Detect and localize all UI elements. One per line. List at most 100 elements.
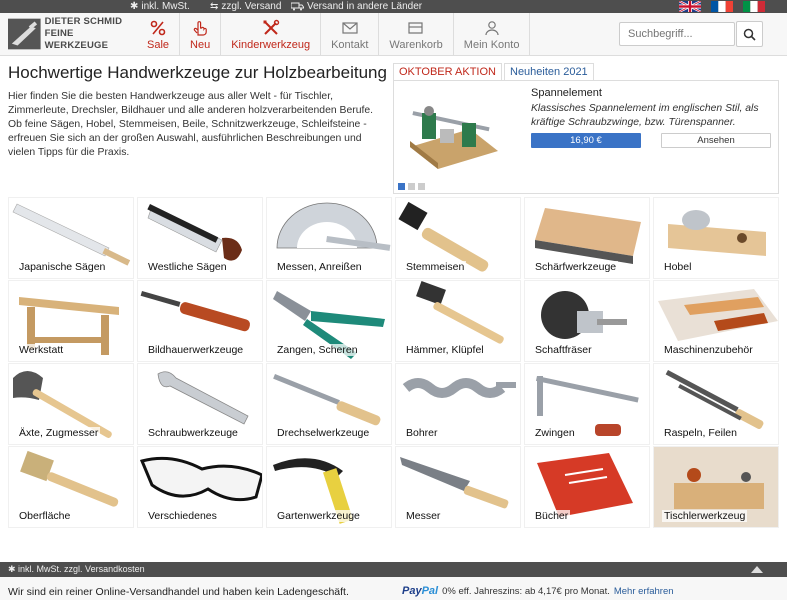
cart-icon (408, 21, 423, 34)
flag-uk-icon[interactable] (679, 1, 701, 12)
search-icon (743, 28, 756, 41)
nav-new-label: Neu (190, 38, 211, 51)
paypal-logo: PayPal (402, 585, 439, 597)
nav-kids-tools[interactable]: Kinderwerkzeug (221, 13, 322, 56)
category-tile[interactable]: Schaftfräser (524, 280, 650, 362)
language-switcher (679, 1, 765, 12)
paypal-financing-text: 0% eff. Jahreszins: ab 4,17€ pro Monat. (442, 585, 610, 597)
nav-account[interactable]: Mein Konto (454, 13, 531, 56)
site-logo[interactable]: DIETER SCHMID FEINE WERKZEUGE (8, 16, 136, 52)
promo-panel: OKTOBER AKTION Neuheiten 2021 Spanneleme… (393, 63, 779, 194)
main-nav: Sale Neu Kinderwerkzeug Kontakt Warenkor… (137, 13, 531, 56)
category-tile[interactable]: Tischlerwerkzeug (653, 446, 779, 528)
category-label: Drechselwerkzeuge (275, 427, 372, 439)
category-label: Raspeln, Feilen (662, 427, 739, 439)
category-grid: Japanische Sägen Westliche Sägen Messen,… (8, 197, 780, 530)
category-label: Verschiedenes (146, 510, 219, 522)
flag-fr-icon[interactable] (711, 1, 733, 12)
international-shipping-link[interactable]: Versand in andere Länder (291, 0, 422, 13)
nav-contact[interactable]: Kontakt (321, 13, 380, 56)
shipping-info[interactable]: ⇆ zzgl. Versand (210, 0, 281, 13)
logo-line-2: FEINE WERKZEUGE (44, 28, 109, 51)
category-label: Werkstatt (17, 344, 66, 356)
category-tile[interactable]: Japanische Sägen (8, 197, 134, 279)
paypal-learn-more-link[interactable]: Mehr erfahren (614, 586, 674, 597)
category-tile[interactable]: Schärfwerkzeuge (524, 197, 650, 279)
category-tile[interactable]: Raspeln, Feilen (653, 363, 779, 445)
category-label: Maschinenzubehör (662, 344, 755, 356)
site-header: DIETER SCHMID FEINE WERKZEUGE Sale Neu K… (0, 13, 787, 56)
category-tile[interactable]: Verschiedenes (137, 446, 263, 528)
category-label: Äxte, Zugmesser (17, 427, 101, 439)
slider-dot-2[interactable] (408, 183, 415, 190)
search-button[interactable] (736, 21, 763, 47)
category-tile[interactable]: Bildhauerwerkzeuge (137, 280, 263, 362)
category-label: Hobel (662, 261, 694, 273)
category-tile[interactable]: Drechselwerkzeuge (266, 363, 392, 445)
promo-tabs: OKTOBER AKTION Neuheiten 2021 (393, 63, 779, 80)
category-tile[interactable]: Äxte, Zugmesser (8, 363, 134, 445)
promo-product-image[interactable] (400, 89, 504, 169)
nav-sale[interactable]: Sale (137, 13, 181, 56)
tab-october-offer[interactable]: OKTOBER AKTION (393, 63, 502, 80)
search-input[interactable] (619, 22, 735, 46)
promo-view-button[interactable]: Ansehen (661, 133, 771, 148)
slider-dot-1[interactable] (398, 183, 405, 190)
category-tile[interactable]: Zwingen (524, 363, 650, 445)
intro-text: Hier finden Sie die besten Handwerkzeuge… (8, 91, 374, 158)
nav-cart[interactable]: Warenkorb (379, 13, 454, 56)
promo-product-description: Klassisches Spannelement im englischen S… (531, 103, 759, 128)
category-tile[interactable]: Messen, Anreißen (266, 197, 392, 279)
category-tile[interactable]: Zangen, Scheren (266, 280, 392, 362)
nav-account-label: Mein Konto (463, 38, 520, 51)
hand-pointer-icon (193, 20, 207, 36)
category-tile[interactable]: Westliche Sägen (137, 197, 263, 279)
category-tile[interactable]: Bohrer (395, 363, 521, 445)
nav-contact-label: Kontakt (331, 38, 369, 51)
category-tile[interactable]: Hämmer, Klüpfel (395, 280, 521, 362)
category-label: Schärfwerkzeuge (533, 261, 619, 273)
category-label: Bohrer (404, 427, 440, 439)
slider-dots (398, 183, 425, 190)
slider-dot-3[interactable] (418, 183, 425, 190)
online-shop-notice: Wir sind ein reiner Online-Versandhandel… (8, 586, 349, 598)
logo-mark-icon (8, 18, 41, 50)
flag-it-icon[interactable] (743, 1, 765, 12)
intro-section: Hochwertige Handwerkzeuge zur Holzbearbe… (8, 63, 387, 160)
category-tile[interactable]: Messer (395, 446, 521, 528)
page-title: Hochwertige Handwerkzeuge zur Holzbearbe… (8, 63, 387, 82)
shipping-info-label: zzgl. Versand (221, 1, 282, 12)
category-tile[interactable]: Werkstatt (8, 280, 134, 362)
percent-icon (150, 20, 166, 35)
nav-kids-tools-label: Kinderwerkzeug (231, 38, 311, 51)
promo-content: Spannelement Klassisches Spannelement im… (393, 80, 779, 194)
logo-text: DIETER SCHMID FEINE WERKZEUGE (45, 16, 136, 52)
category-tile[interactable]: Stemmeisen (395, 197, 521, 279)
category-label: Tischlerwerkzeug (662, 510, 748, 522)
promo-price-button[interactable]: 16,90 € (531, 133, 641, 148)
category-tile[interactable]: Bücher (524, 446, 650, 528)
nav-new[interactable]: Neu (180, 13, 222, 56)
category-tile[interactable]: Oberfläche (8, 446, 134, 528)
scroll-to-top-icon[interactable] (751, 566, 763, 573)
user-icon (485, 20, 499, 35)
category-label: Messen, Anreißen (275, 261, 364, 273)
paypal-financing: PayPal 0% eff. Jahreszins: ab 4,17€ pro … (402, 585, 674, 597)
category-label: Messer (404, 510, 443, 522)
category-label: Schaftfräser (533, 344, 594, 356)
tab-new-2021[interactable]: Neuheiten 2021 (504, 63, 594, 80)
tools-icon (263, 19, 279, 35)
footer-bar-text: inkl. MwSt. zzgl. Versandkosten (18, 564, 145, 574)
category-tile[interactable]: Schraubwerkzeuge (137, 363, 263, 445)
truck-icon (291, 2, 304, 11)
category-tile[interactable]: Maschinenzubehör (653, 280, 779, 362)
category-label: Oberfläche (17, 510, 73, 522)
category-tile[interactable]: Gartenwerkzeuge (266, 446, 392, 528)
vat-info-label: inkl. MwSt. (141, 1, 190, 12)
footer-bar: ✱ inkl. MwSt. zzgl. Versandkosten (0, 562, 787, 577)
top-info-bar: ✱ inkl. MwSt. ⇆ zzgl. Versand Versand in… (0, 0, 787, 13)
promo-product-title[interactable]: Spannelement (531, 87, 602, 99)
swap-arrows-icon: ⇆ (210, 1, 219, 12)
category-label: Hämmer, Klüpfel (404, 344, 486, 356)
category-tile[interactable]: Hobel (653, 197, 779, 279)
